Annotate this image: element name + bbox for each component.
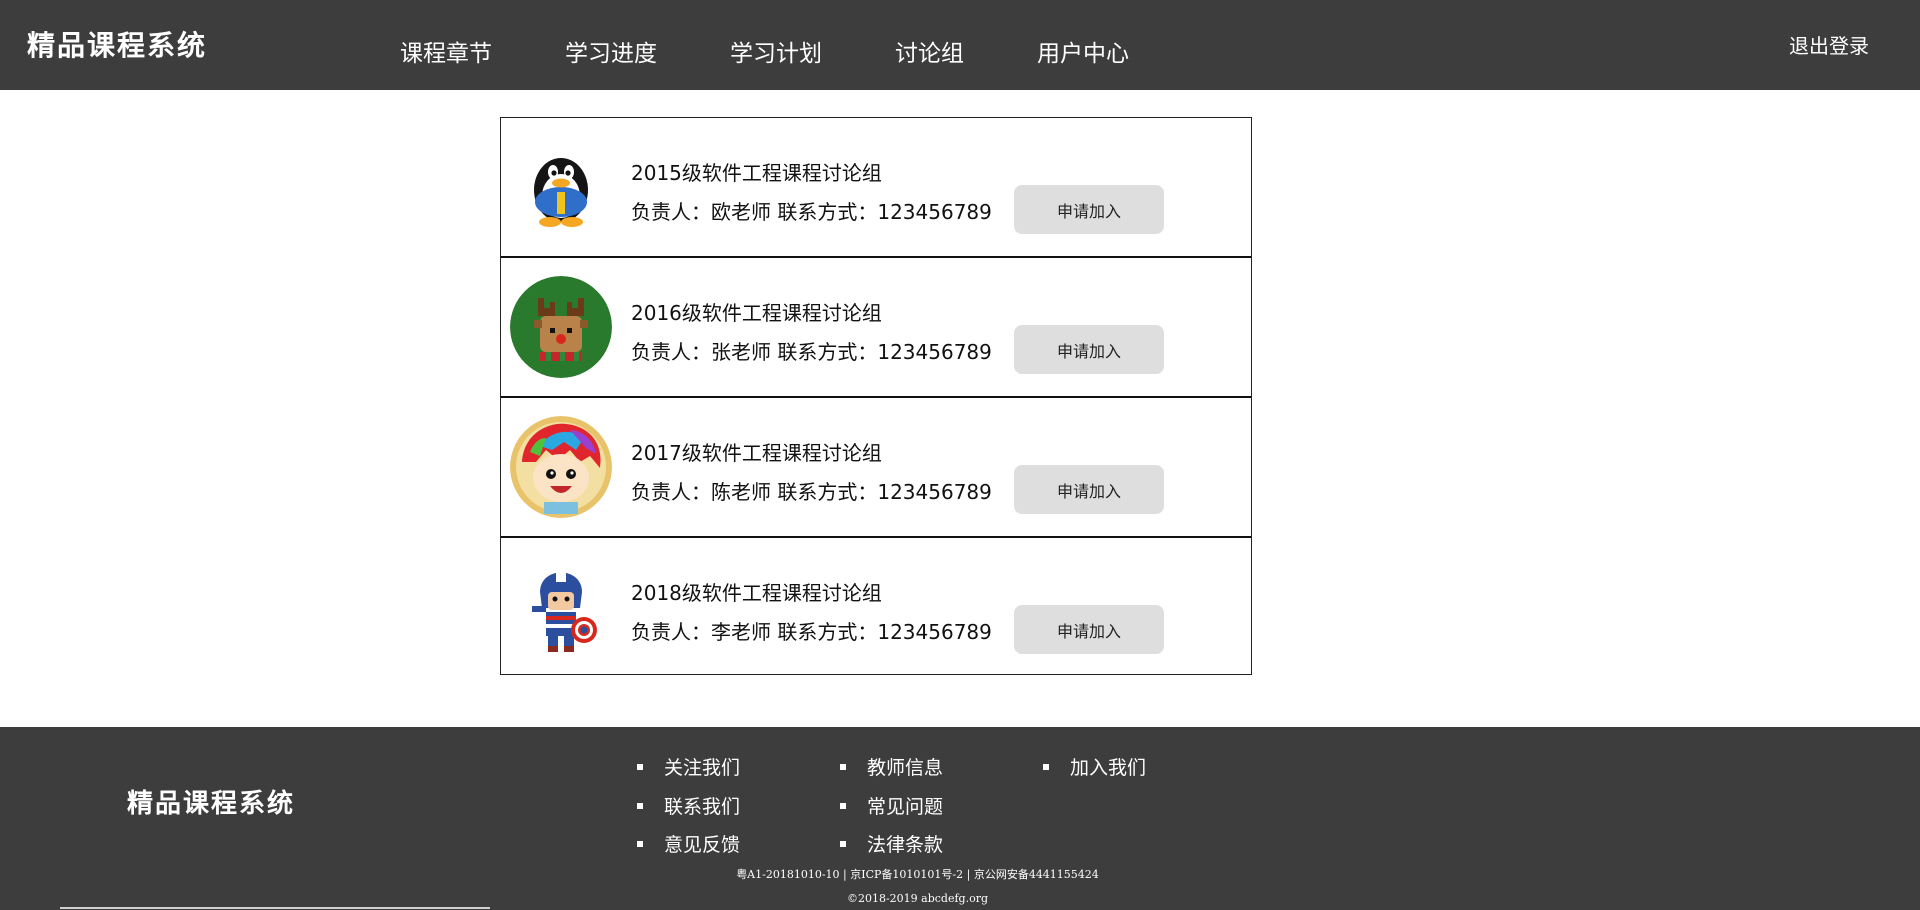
bullet-icon bbox=[1043, 763, 1049, 770]
group-contact-info: 负责人：欧老师 联系方式：123456789 bbox=[631, 200, 992, 224]
footer-link-faq[interactable]: 常见问题 bbox=[840, 792, 943, 819]
group-card: 2015级软件工程课程讨论组 负责人：欧老师 联系方式：123456789 申请… bbox=[501, 118, 1251, 257]
nav-item-discussion-groups[interactable]: 讨论组 bbox=[895, 34, 964, 68]
group-name: 2015级软件工程课程讨论组 bbox=[631, 161, 882, 185]
footer-link-follow-us[interactable]: 关注我们 bbox=[637, 753, 740, 780]
bullet-icon bbox=[840, 802, 846, 809]
bullet-icon bbox=[840, 840, 846, 847]
group-card: 2018级软件工程课程讨论组 负责人：李老师 联系方式：123456789 申请… bbox=[501, 536, 1251, 675]
group-name: 2017级软件工程课程讨论组 bbox=[631, 441, 882, 465]
footer-logo: 精品课程系统 bbox=[127, 789, 296, 819]
discussion-group-list: 2015级软件工程课程讨论组 负责人：欧老师 联系方式：123456789 申请… bbox=[500, 117, 1252, 675]
footer-link-legal-terms[interactable]: 法律条款 bbox=[840, 830, 943, 857]
join-group-button[interactable]: 申请加入 bbox=[1014, 185, 1164, 234]
group-contact-info: 负责人：李老师 联系方式：123456789 bbox=[631, 620, 992, 644]
join-group-button[interactable]: 申请加入 bbox=[1014, 465, 1164, 514]
footer-link-join-us[interactable]: 加入我们 bbox=[1043, 753, 1146, 780]
footer-link-label: 关注我们 bbox=[664, 757, 741, 779]
captain-avatar-icon bbox=[510, 556, 612, 658]
top-navigation-bar: 精品课程系统 课程章节 学习进度 学习计划 讨论组 用户中心 退出登录 bbox=[0, 0, 1920, 90]
nav-item-learning-progress[interactable]: 学习进度 bbox=[565, 34, 657, 68]
group-card: 2016级软件工程课程讨论组 负责人：张老师 联系方式：123456789 申请… bbox=[501, 256, 1251, 395]
copyright-text: ©2018-2019 abcdefg.org bbox=[846, 892, 989, 905]
footer-link-label: 加入我们 bbox=[1070, 757, 1147, 779]
group-name: 2016级软件工程课程讨论组 bbox=[631, 301, 882, 325]
footer-divider bbox=[60, 907, 490, 909]
footer-link-label: 法律条款 bbox=[867, 834, 944, 856]
footer-link-contact-us[interactable]: 联系我们 bbox=[637, 792, 740, 819]
footer-link-label: 意见反馈 bbox=[664, 834, 741, 856]
page-footer: 精品课程系统 关注我们 教师信息 加入我们 联系我们 常见问题 意见反馈 法律条… bbox=[0, 727, 1920, 910]
nav-item-course-chapters[interactable]: 课程章节 bbox=[400, 34, 492, 68]
group-contact-info: 负责人：张老师 联系方式：123456789 bbox=[631, 340, 992, 364]
bullet-icon bbox=[637, 763, 643, 770]
nav-item-user-center[interactable]: 用户中心 bbox=[1037, 34, 1129, 68]
nav-item-study-plan[interactable]: 学习计划 bbox=[730, 34, 822, 68]
bullet-icon bbox=[637, 840, 643, 847]
footer-link-label: 教师信息 bbox=[867, 757, 944, 779]
logout-link[interactable]: 退出登录 bbox=[1789, 30, 1869, 59]
cartoon-boy-avatar-icon bbox=[510, 416, 612, 518]
join-group-button[interactable]: 申请加入 bbox=[1014, 605, 1164, 654]
group-contact-info: 负责人：陈老师 联系方式：123456789 bbox=[631, 480, 992, 504]
bullet-icon bbox=[637, 802, 643, 809]
icp-license-text: 粤A1-20181010-10 | 京ICP备1010101号-2 | 京公网安… bbox=[736, 868, 1099, 881]
penguin-avatar-icon bbox=[510, 136, 612, 238]
footer-link-label: 常见问题 bbox=[867, 796, 944, 818]
bullet-icon bbox=[840, 763, 846, 770]
site-logo[interactable]: 精品课程系统 bbox=[27, 24, 207, 64]
reindeer-avatar-icon bbox=[510, 276, 612, 378]
footer-link-label: 联系我们 bbox=[664, 796, 741, 818]
join-group-button[interactable]: 申请加入 bbox=[1014, 325, 1164, 374]
footer-link-feedback[interactable]: 意见反馈 bbox=[637, 830, 740, 857]
group-name: 2018级软件工程课程讨论组 bbox=[631, 581, 882, 605]
footer-link-teacher-info[interactable]: 教师信息 bbox=[840, 753, 943, 780]
group-card: 2017级软件工程课程讨论组 负责人：陈老师 联系方式：123456789 申请… bbox=[501, 396, 1251, 535]
